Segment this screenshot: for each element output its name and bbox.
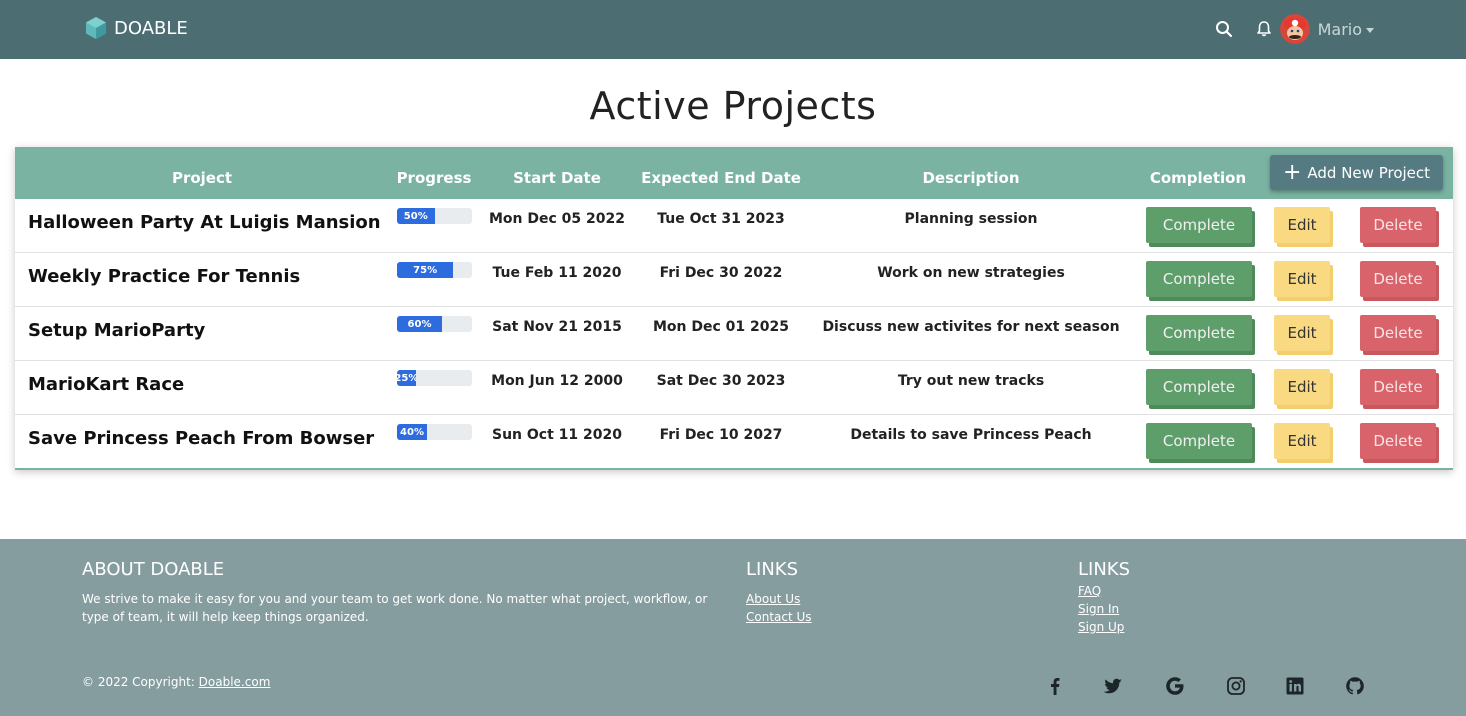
complete-button[interactable]: Complete xyxy=(1146,207,1252,243)
progress-bar: 60% xyxy=(397,316,472,332)
project-name: Halloween Party At Luigis Mansion xyxy=(28,212,381,233)
footer: ABOUT DOABLE We strive to make it easy f… xyxy=(0,539,1466,716)
edit-button[interactable]: Edit xyxy=(1274,261,1330,297)
footer-link-contact-us[interactable]: Contact Us xyxy=(746,608,812,626)
description: Try out new tracks xyxy=(897,373,1045,389)
avatar[interactable] xyxy=(1279,14,1310,44)
delete-button[interactable]: Delete xyxy=(1360,369,1436,405)
header-completion: Completion xyxy=(1149,169,1247,187)
edit-button[interactable]: Edit xyxy=(1274,207,1330,243)
add-new-project-label: Add New Project xyxy=(1307,163,1431,182)
complete-button[interactable]: Complete xyxy=(1146,315,1252,351)
description: Discuss new activites for next season xyxy=(822,319,1120,335)
progress-bar: 75% xyxy=(397,262,472,278)
end-date: Sat Dec 30 2023 xyxy=(656,373,786,389)
description: Details to save Princess Peach xyxy=(850,427,1092,443)
header-project: Project xyxy=(171,169,233,187)
progress-fill: 50% xyxy=(397,208,435,224)
progress-bar: 25% xyxy=(397,370,472,386)
footer-about-title: ABOUT DOABLE xyxy=(82,559,225,580)
table-header: Project Progress Start Date Expected End… xyxy=(15,147,1453,199)
header-progress: Progress xyxy=(396,169,472,187)
table-row: Weekly Practice For Tennis 75% Tue Feb 11 … xyxy=(15,253,1453,307)
header-start-date: Start Date xyxy=(513,169,601,187)
start-date: Sat Nov 21 2015 xyxy=(492,319,622,335)
edit-button[interactable]: Edit xyxy=(1274,315,1330,351)
delete-button[interactable]: Delete xyxy=(1360,261,1436,297)
chevron-down-icon[interactable] xyxy=(1366,27,1374,33)
footer-links-1: About Us Contact Us xyxy=(746,590,812,626)
search-icon[interactable] xyxy=(1215,20,1233,38)
brand-name: DOABLE xyxy=(114,17,188,39)
progress-fill: 75% xyxy=(397,262,454,278)
header-description: Description xyxy=(922,169,1020,187)
progress-fill: 40% xyxy=(397,424,427,440)
linkedin-icon[interactable] xyxy=(1285,676,1305,696)
footer-link-sign-in[interactable]: Sign In xyxy=(1078,600,1124,618)
project-name: Weekly Practice For Tennis xyxy=(28,266,301,287)
delete-button[interactable]: Delete xyxy=(1360,207,1436,243)
end-date: Tue Oct 31 2023 xyxy=(657,211,785,227)
copyright-link[interactable]: Doable.com xyxy=(199,675,271,689)
projects-table: Project Progress Start Date Expected End… xyxy=(15,147,1453,470)
github-icon[interactable] xyxy=(1345,676,1365,696)
user-menu[interactable]: Mario xyxy=(1318,20,1362,39)
doable-logo-icon xyxy=(86,17,106,39)
add-new-project-button[interactable]: + Add New Project xyxy=(1270,155,1443,190)
footer-links-title-2: LINKS xyxy=(1078,559,1131,580)
start-date: Mon Jun 12 2000 xyxy=(491,373,623,389)
nav-right: Mario xyxy=(1215,12,1374,46)
footer-links-2: FAQ Sign In Sign Up xyxy=(1078,582,1124,636)
edit-button[interactable]: Edit xyxy=(1274,423,1330,459)
page-title: Active Projects xyxy=(589,84,877,128)
header-end-date: Expected End Date xyxy=(641,169,801,187)
end-date: Fri Dec 30 2022 xyxy=(659,265,783,281)
twitter-icon[interactable] xyxy=(1103,676,1123,696)
plus-icon: + xyxy=(1282,159,1302,185)
instagram-icon[interactable] xyxy=(1226,676,1246,696)
edit-button[interactable]: Edit xyxy=(1274,369,1330,405)
google-icon[interactable] xyxy=(1165,676,1185,696)
complete-button[interactable]: Complete xyxy=(1146,369,1252,405)
navbar: DOABLE Mario xyxy=(0,0,1466,59)
start-date: Tue Feb 11 2020 xyxy=(492,265,622,281)
complete-button[interactable]: Complete xyxy=(1146,261,1252,297)
description: Planning session xyxy=(904,211,1038,227)
footer-link-sign-up[interactable]: Sign Up xyxy=(1078,618,1124,636)
start-date: Sun Oct 11 2020 xyxy=(492,427,622,443)
table-row: Halloween Party At Luigis Mansion 50% Mon … xyxy=(15,199,1453,253)
table-row: Save Princess Peach From Bowser 40% Sun Oc… xyxy=(15,415,1453,469)
progress-fill: 60% xyxy=(397,316,442,332)
table-row: MarioKart Race 25% Mon Jun 12 2000 Sat Dec … xyxy=(15,361,1453,415)
delete-button[interactable]: Delete xyxy=(1360,423,1436,459)
footer-about-text: We strive to make it easy for you and yo… xyxy=(82,592,708,624)
footer-links-title: LINKS xyxy=(746,559,799,580)
table-row: Setup MarioParty 60% Sat Nov 21 2015 Mon De… xyxy=(15,307,1453,361)
copyright-text: © 2022 Copyright: xyxy=(82,675,199,689)
progress-fill: 25% xyxy=(397,370,416,386)
project-name: MarioKart Race xyxy=(28,374,185,395)
description: Work on new strategies xyxy=(877,265,1065,281)
progress-bar: 40% xyxy=(397,424,472,440)
start-date: Mon Dec 05 2022 xyxy=(488,211,626,227)
brand[interactable]: DOABLE xyxy=(85,16,188,40)
bell-icon[interactable] xyxy=(1255,20,1273,38)
copyright: © 2022 Copyright: Doable.com xyxy=(82,675,270,689)
end-date: Mon Dec 01 2025 xyxy=(652,319,790,335)
project-name: Setup MarioParty xyxy=(28,320,206,341)
complete-button[interactable]: Complete xyxy=(1146,423,1252,459)
delete-button[interactable]: Delete xyxy=(1360,315,1436,351)
progress-bar: 50% xyxy=(397,208,472,224)
footer-link-about-us[interactable]: About Us xyxy=(746,590,812,608)
project-name: Save Princess Peach From Bowser xyxy=(28,428,375,449)
end-date: Fri Dec 10 2027 xyxy=(659,427,783,443)
footer-link-faq[interactable]: FAQ xyxy=(1078,582,1124,600)
facebook-icon[interactable] xyxy=(1045,676,1065,696)
